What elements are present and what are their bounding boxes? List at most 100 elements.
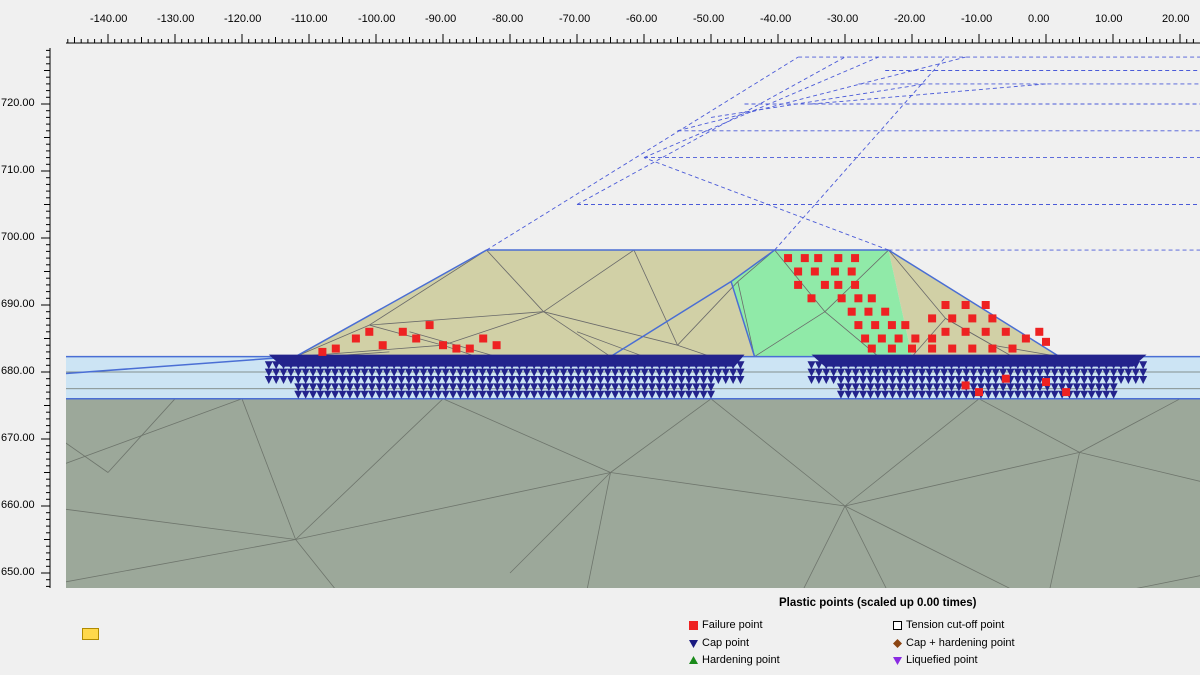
failure-point-mark xyxy=(351,334,360,343)
failure-point-mark xyxy=(968,314,977,323)
failure-point-mark xyxy=(867,294,876,303)
failure-point-mark xyxy=(439,341,447,350)
legend-item-hardening: Hardening point xyxy=(689,653,780,667)
failure-point-mark xyxy=(941,327,950,336)
failure-point-mark xyxy=(492,341,501,350)
legend-title: Plastic points (scaled up 0.00 times) xyxy=(779,597,977,609)
plastic-points-legend: Plastic points (scaled up 0.00 times) Fa… xyxy=(680,594,1200,675)
x-tick-label: -40.00 xyxy=(760,13,792,25)
failure-point-mark xyxy=(425,321,434,330)
tension-square-icon xyxy=(893,620,902,630)
failure-point-mark xyxy=(398,327,407,336)
failure-point-mark xyxy=(784,254,793,263)
failure-point-mark xyxy=(867,344,876,353)
failure-point-mark xyxy=(318,347,327,356)
legend-item-cap: Cap point xyxy=(689,636,749,650)
y-tick-label: 700.00 xyxy=(1,231,35,243)
x-tick-label: 0.00 xyxy=(1028,13,1050,25)
failure-point-mark xyxy=(894,334,903,343)
failure-point-mark xyxy=(1042,378,1050,387)
x-tick-label: -130.00 xyxy=(157,13,195,25)
failure-point-mark xyxy=(928,344,937,353)
x-tick-label: -80.00 xyxy=(492,13,524,25)
failure-point-mark xyxy=(1042,337,1050,346)
x-tick-label: -60.00 xyxy=(626,13,658,25)
failure-point-mark xyxy=(837,294,846,303)
x-tick-label: -140.00 xyxy=(90,13,128,25)
failure-point-mark xyxy=(877,334,886,343)
hardening-triangle-icon xyxy=(689,655,698,664)
failure-point-mark xyxy=(479,334,488,343)
future-stage-line xyxy=(486,56,799,251)
future-stage-line xyxy=(643,56,879,159)
failure-point-mark xyxy=(378,341,387,350)
legend-label: Hardening point xyxy=(702,654,780,666)
future-stage-line xyxy=(710,83,926,118)
failure-square-icon xyxy=(689,620,698,630)
future-stage-line xyxy=(643,157,889,251)
failure-point-mark xyxy=(854,294,863,303)
y-tick-label: 680.00 xyxy=(1,365,35,377)
failure-point-mark xyxy=(961,381,970,390)
legend-label: Failure point xyxy=(702,619,763,631)
failure-point-mark xyxy=(1008,344,1017,353)
failure-point-mark xyxy=(981,327,990,336)
failure-point-mark xyxy=(961,301,970,309)
legend-label: Cap point xyxy=(702,637,750,649)
failure-point-mark xyxy=(847,267,856,276)
model-svg[interactable] xyxy=(66,48,1200,588)
failure-point-mark xyxy=(814,254,823,263)
failure-point-mark xyxy=(1035,327,1044,336)
x-tick-label: 10.00 xyxy=(1095,13,1123,25)
failure-point-mark xyxy=(887,344,896,353)
legend-item-failure: Failure point xyxy=(689,618,763,632)
x-tick-label: -110.00 xyxy=(291,13,328,25)
failure-point-mark xyxy=(864,307,873,316)
failure-point-mark xyxy=(908,344,916,353)
failure-point-mark xyxy=(948,314,957,323)
failure-point-mark xyxy=(881,307,890,316)
model-canvas[interactable] xyxy=(66,48,1200,588)
failure-point-mark xyxy=(794,280,803,289)
warning-icon[interactable] xyxy=(82,628,99,640)
liquefied-triangle-icon xyxy=(893,656,902,665)
x-tick-label: -100.00 xyxy=(358,13,396,25)
cap-band xyxy=(811,354,1147,367)
x-tick-label: -120.00 xyxy=(224,13,262,25)
failure-point-mark xyxy=(887,321,896,330)
failure-point-mark xyxy=(968,344,977,353)
x-tick-label: 20.00 xyxy=(1162,13,1190,25)
cap-band xyxy=(268,354,745,367)
failure-point-mark xyxy=(834,280,843,289)
failure-point-mark xyxy=(1062,388,1071,397)
failure-point-mark xyxy=(834,254,843,263)
legend-label: Liquefied point xyxy=(906,654,978,666)
x-tick-label: -30.00 xyxy=(827,13,859,25)
failure-point-mark xyxy=(851,254,860,263)
failure-point-mark xyxy=(975,388,983,397)
future-stage-line xyxy=(811,83,1047,105)
subsoil-layer xyxy=(66,398,1200,588)
legend-item-cap-hardening: Cap + hardening point xyxy=(893,636,1015,650)
failure-point-mark xyxy=(988,314,997,323)
y-tick-label: 650.00 xyxy=(1,566,35,578)
failure-point-mark xyxy=(365,327,374,336)
failure-point-mark xyxy=(988,344,997,353)
diamond-icon xyxy=(893,638,902,648)
failure-point-mark xyxy=(807,294,816,303)
failure-point-mark xyxy=(871,321,880,330)
failure-point-mark xyxy=(901,321,910,330)
legend-label: Cap + hardening point xyxy=(906,637,1015,649)
failure-point-mark xyxy=(465,344,474,353)
failure-point-mark xyxy=(961,327,970,336)
failure-point-mark xyxy=(452,344,461,353)
y-tick-label: 670.00 xyxy=(1,432,35,444)
failure-point-mark xyxy=(941,301,950,309)
future-stage-line xyxy=(677,56,966,132)
failure-point-mark xyxy=(1021,334,1030,343)
x-tick-label: -20.00 xyxy=(894,13,926,25)
failure-point-mark xyxy=(820,280,829,289)
failure-point-mark xyxy=(911,334,920,343)
failure-point-mark xyxy=(928,314,937,323)
failure-point-mark xyxy=(928,334,937,343)
